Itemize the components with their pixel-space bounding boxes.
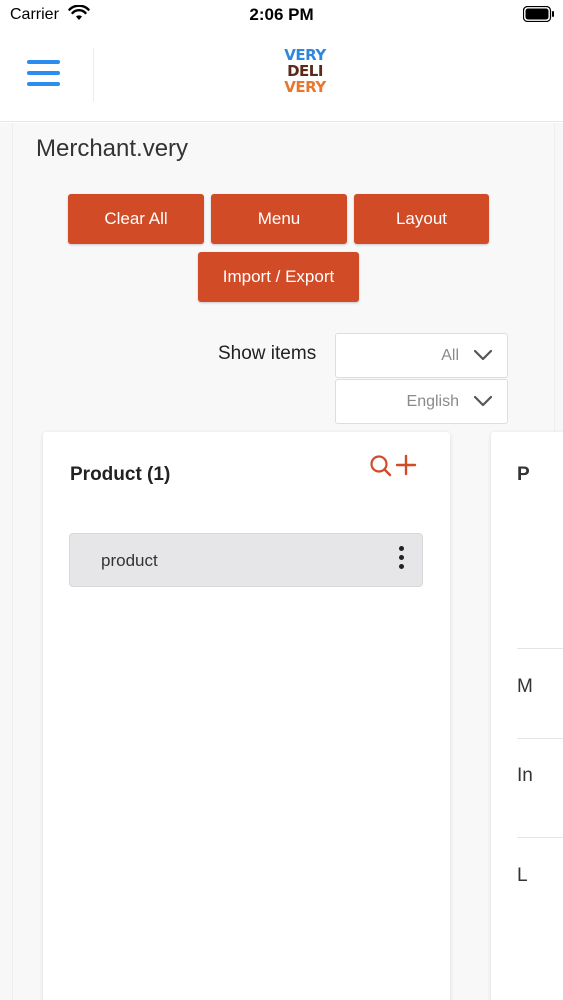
header-divider bbox=[93, 48, 94, 102]
show-items-label: Show items bbox=[218, 343, 317, 364]
list-item[interactable]: product bbox=[69, 533, 423, 587]
logo-line-3: VERY bbox=[284, 78, 326, 96]
language-select[interactable]: English bbox=[335, 379, 508, 424]
chevron-down-icon bbox=[473, 394, 493, 413]
chevron-down-icon bbox=[473, 348, 493, 367]
import-export-button[interactable]: Import / Export bbox=[198, 252, 359, 302]
more-options-icon[interactable] bbox=[396, 546, 406, 574]
main-content: Merchant.very Clear All Menu Layout Impo… bbox=[0, 123, 563, 1000]
second-card-row[interactable]: In bbox=[517, 765, 533, 787]
product-card: Product (1) product bbox=[43, 432, 450, 1000]
card-actions bbox=[369, 454, 419, 480]
product-card-title: Product (1) bbox=[70, 464, 171, 485]
add-icon[interactable] bbox=[395, 454, 417, 481]
second-card-row[interactable]: M bbox=[517, 676, 533, 698]
show-items-value: All bbox=[441, 347, 459, 364]
logo-line-2: DELI bbox=[287, 62, 323, 80]
menu-button[interactable]: Menu bbox=[211, 194, 347, 244]
layout-button[interactable]: Layout bbox=[354, 194, 489, 244]
logo-line-1: VERY bbox=[284, 46, 326, 64]
language-value: English bbox=[406, 393, 459, 410]
page-title: Merchant.very bbox=[36, 135, 189, 162]
divider bbox=[517, 648, 563, 649]
app-header: VERY DELI VERY bbox=[0, 30, 563, 122]
status-bar: Carrier 2:06 PM bbox=[0, 0, 563, 30]
clock: 2:06 PM bbox=[249, 5, 314, 24]
second-card-row[interactable]: L bbox=[517, 865, 528, 887]
brand-logo[interactable]: VERY DELI VERY bbox=[281, 47, 329, 103]
divider bbox=[517, 837, 563, 838]
second-card-title: P bbox=[517, 464, 530, 485]
divider bbox=[517, 738, 563, 739]
search-icon[interactable] bbox=[369, 454, 393, 483]
list-item-label: product bbox=[101, 551, 158, 570]
hamburger-menu-icon[interactable] bbox=[27, 60, 61, 90]
show-items-select[interactable]: All bbox=[335, 333, 508, 378]
clear-all-button[interactable]: Clear All bbox=[68, 194, 204, 244]
battery-icon bbox=[522, 5, 555, 23]
second-card: P M In L bbox=[491, 432, 563, 1000]
